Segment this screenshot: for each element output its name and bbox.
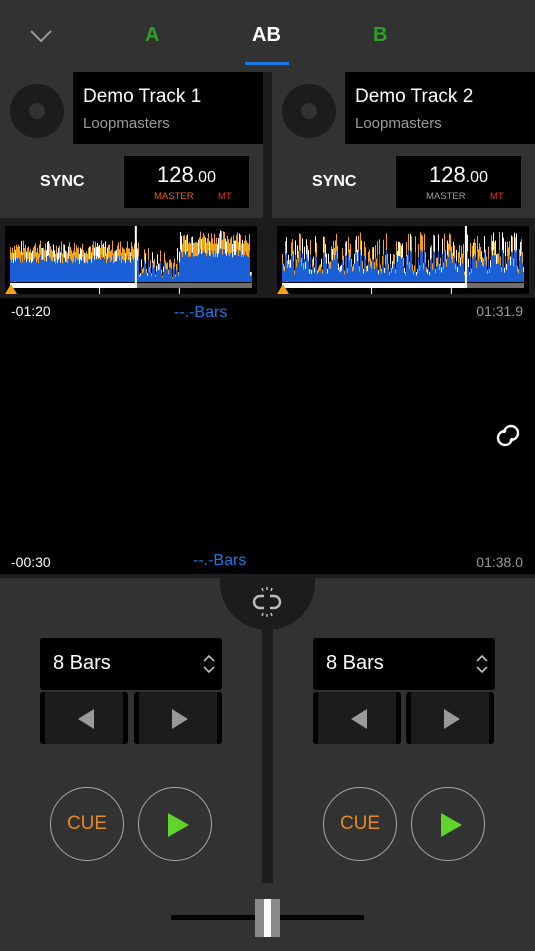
deck-b-mt-label[interactable]: MT bbox=[490, 191, 504, 202]
deck-b-loop-next-button[interactable] bbox=[406, 692, 494, 744]
triangle-left-icon bbox=[351, 709, 367, 729]
deck-a-bpm-display[interactable]: 128.00 MASTER MT bbox=[124, 156, 249, 208]
deck-b-track-artist: Loopmasters bbox=[355, 115, 442, 132]
deck-a-bars-label: --.-Bars bbox=[174, 304, 228, 321]
up-down-chevron-icon bbox=[476, 654, 488, 674]
deck-b-sync-button[interactable]: SYNC bbox=[312, 173, 356, 191]
deck-a-bpm: 128.00 bbox=[124, 162, 249, 188]
deck-a-overview-waveform[interactable] bbox=[5, 226, 257, 294]
transport-panel: 8 Bars CUE 8 Bars CUE bbox=[0, 574, 535, 951]
deck-b-cue-label: CUE bbox=[339, 813, 381, 834]
deck-a-time-remaining: -01:20 bbox=[11, 303, 51, 319]
deck-b-bpm-display[interactable]: 128.00 MASTER MT bbox=[396, 156, 521, 208]
deck-b-loop-size-value: 8 Bars bbox=[326, 652, 384, 674]
deck-b-bpm-dec: .00 bbox=[465, 169, 488, 186]
deck-b-overview-svg bbox=[277, 226, 524, 294]
play-icon bbox=[441, 813, 462, 837]
active-tab-indicator bbox=[245, 62, 289, 65]
tab-deck-ab[interactable]: AB bbox=[252, 24, 281, 47]
deck-a-bpm-dec: .00 bbox=[193, 169, 216, 186]
deck-b-cue-button[interactable]: CUE bbox=[323, 787, 397, 861]
deck-b-overview-waveform[interactable] bbox=[277, 226, 529, 294]
unlink-decks-button[interactable] bbox=[220, 574, 315, 630]
deck-a-loop-size-select[interactable]: 8 Bars bbox=[40, 638, 222, 690]
deck-b-jog-disc[interactable] bbox=[282, 84, 336, 138]
deck-a-jog-disc[interactable] bbox=[10, 84, 64, 138]
deck-a-overview-svg bbox=[5, 226, 252, 294]
remaining-progress-bar bbox=[465, 283, 524, 288]
triangle-left-icon bbox=[78, 709, 94, 729]
deck-b: Demo Track 2 Loopmasters SYNC 128.00 MAS… bbox=[272, 72, 535, 218]
deck-a-cue-label: CUE bbox=[66, 813, 108, 834]
triangle-right-icon bbox=[444, 709, 460, 729]
deck-a-elapsed-time: 01:31.9 bbox=[476, 303, 523, 319]
top-bar: A AB B bbox=[0, 0, 535, 72]
deck-b-bars-label: --.-Bars bbox=[193, 552, 247, 569]
overview-row bbox=[0, 218, 535, 298]
deck-b-loop-prev-button[interactable] bbox=[313, 692, 401, 744]
deck-b-track-info[interactable]: Demo Track 2 Loopmasters bbox=[345, 72, 535, 144]
played-progress-bar bbox=[10, 283, 136, 288]
tab-deck-a[interactable]: A bbox=[145, 24, 159, 47]
deck-a-play-button[interactable] bbox=[138, 787, 212, 861]
tab-deck-b[interactable]: B bbox=[373, 24, 387, 47]
deck-a-track-title: Demo Track 1 bbox=[83, 86, 202, 107]
deck-divider bbox=[263, 72, 272, 218]
link-rings-icon bbox=[496, 424, 520, 447]
triangle-right-icon bbox=[172, 709, 188, 729]
deck-b-loop-size-select[interactable]: 8 Bars bbox=[313, 638, 495, 690]
up-down-chevron-icon bbox=[203, 654, 215, 674]
deck-b-track-title: Demo Track 2 bbox=[355, 86, 474, 107]
deck-a-bpm-int: 128 bbox=[157, 162, 194, 187]
link-button[interactable] bbox=[494, 422, 522, 450]
deck-b-master-label[interactable]: MASTER bbox=[426, 191, 466, 202]
play-icon bbox=[168, 813, 189, 837]
deck-b-play-button[interactable] bbox=[411, 787, 485, 861]
deck-a-mt-label[interactable]: MT bbox=[218, 191, 232, 202]
deck-b-bpm-int: 128 bbox=[429, 162, 466, 187]
collapse-button[interactable] bbox=[28, 26, 54, 46]
center-divider-rail bbox=[262, 629, 273, 883]
deck-a-sync-button[interactable]: SYNC bbox=[40, 173, 84, 191]
unlink-icon bbox=[252, 587, 282, 617]
deck-b-elapsed-time: 01:38.0 bbox=[476, 554, 523, 570]
crossfader-handle[interactable] bbox=[255, 899, 280, 937]
remaining-progress-bar bbox=[135, 283, 252, 288]
chevron-down-icon bbox=[30, 30, 52, 43]
played-progress-bar bbox=[282, 283, 466, 288]
deck-a: Demo Track 1 Loopmasters SYNC 128.00 MAS… bbox=[0, 72, 263, 218]
deck-a-loop-size-value: 8 Bars bbox=[53, 652, 111, 674]
deck-b-bpm: 128.00 bbox=[396, 162, 521, 188]
deck-b-time-remaining: -00:30 bbox=[11, 554, 51, 570]
main-waveform-area[interactable]: -01:20 --.-Bars 01:31.9 -00:30 --.-Bars … bbox=[0, 298, 535, 574]
deck-a-cue-button[interactable]: CUE bbox=[50, 787, 124, 861]
deck-a-track-info[interactable]: Demo Track 1 Loopmasters bbox=[73, 72, 263, 144]
deck-a-loop-prev-button[interactable] bbox=[40, 692, 128, 744]
deck-a-track-artist: Loopmasters bbox=[83, 115, 170, 132]
deck-a-loop-next-button[interactable] bbox=[134, 692, 222, 744]
deck-a-master-label[interactable]: MASTER bbox=[154, 191, 194, 202]
